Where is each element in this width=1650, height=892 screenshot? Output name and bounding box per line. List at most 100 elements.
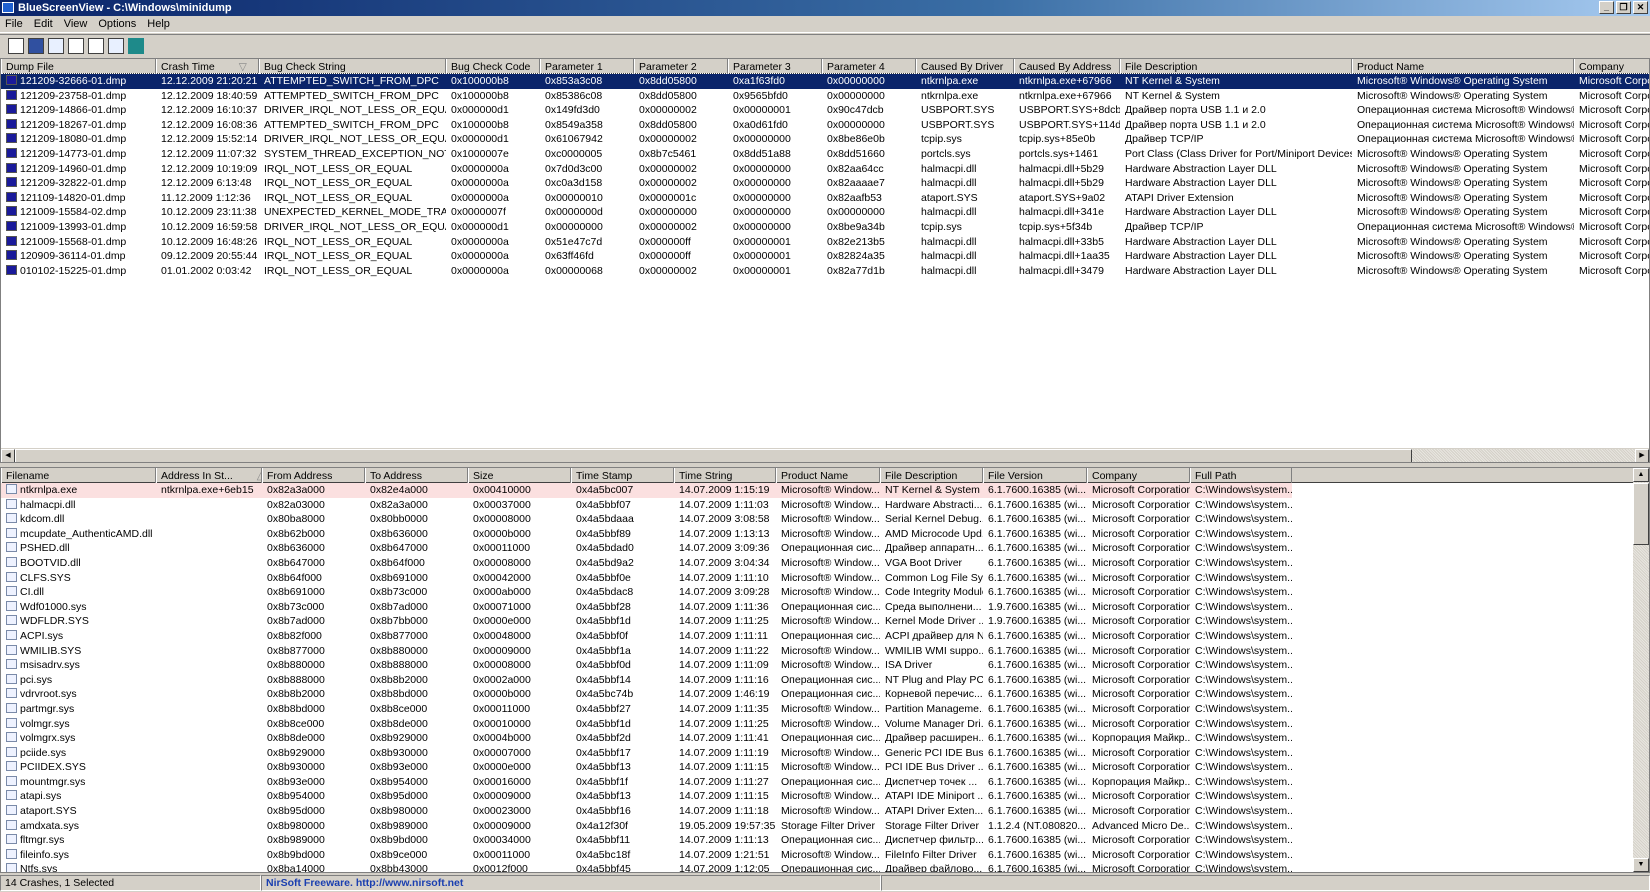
module-row[interactable]: PSHED.dll 0x8b636000 0x8b647000 0x00011000 0… (1, 541, 1292, 556)
menu-view[interactable]: View (59, 16, 94, 32)
find-icon[interactable] (108, 37, 124, 54)
crash-row[interactable]: 121209-14773-01.dmp 12.12.2009 11:07:32 SY… (1, 147, 1649, 162)
crash-row[interactable]: 121209-18080-01.dmp 12.12.2009 15:52:14 DR… (1, 132, 1649, 147)
cell-address-in-st (156, 819, 262, 834)
cell-text: 0x000000ff (639, 250, 691, 263)
vertical-scrollbar[interactable]: ▲ ▼ (1633, 468, 1649, 872)
scrollbar-thumb[interactable] (1633, 483, 1649, 545)
horizontal-scrollbar[interactable]: ◀ ▶ (1, 448, 1649, 462)
column-header-file-description[interactable]: File Description (880, 468, 983, 483)
scroll-right-icon[interactable]: ▶ (1635, 449, 1649, 462)
exit-icon[interactable] (128, 37, 144, 54)
menu-edit[interactable]: Edit (29, 16, 59, 32)
module-row[interactable]: BOOTVID.dll 0x8b647000 0x8b64f000 0x0000800… (1, 556, 1292, 571)
module-row[interactable]: kdcom.dll 0x80ba8000 0x80bb0000 0x00008000 0… (1, 512, 1292, 527)
crash-row[interactable]: 121009-15568-01.dmp 10.12.2009 16:48:26 IR… (1, 235, 1649, 250)
module-row[interactable]: amdxata.sys 0x8b980000 0x8b989000 0x0000900… (1, 819, 1292, 834)
column-header-bug-check-code[interactable]: Bug Check Code (446, 59, 540, 74)
refresh-icon[interactable] (48, 37, 64, 54)
column-header-file-description[interactable]: File Description (1120, 59, 1352, 74)
column-header-time-stamp[interactable]: Time Stamp (571, 468, 674, 483)
column-header-caused-by-address[interactable]: Caused By Address (1014, 59, 1120, 74)
cell-text: tcpip.sys (921, 220, 962, 233)
column-header-product-name[interactable]: Product Name (1352, 59, 1574, 74)
column-header-product-name[interactable]: Product Name (776, 468, 880, 483)
module-row[interactable]: pciide.sys 0x8b929000 0x8b930000 0x00007000… (1, 746, 1292, 761)
crash-row[interactable]: 121209-32822-01.dmp 12.12.2009 6:13:48 IRQ… (1, 176, 1649, 191)
cell-text: DRIVER_IRQL_NOT_LESS_OR_EQUAL (264, 104, 446, 117)
column-header-dump-file[interactable]: Dump File (1, 59, 156, 74)
module-row[interactable]: halmacpi.dll 0x82a03000 0x82a3a000 0x000370… (1, 498, 1292, 513)
module-row[interactable]: CI.dll 0x8b691000 0x8b73c000 0x000ab000 0x4a… (1, 585, 1292, 600)
crash-row[interactable]: 121209-14866-01.dmp 12.12.2009 16:10:37 DR… (1, 103, 1649, 118)
column-header-caused-by-driver[interactable]: Caused By Driver (916, 59, 1014, 74)
module-row[interactable]: volmgrx.sys 0x8b8de000 0x8b929000 0x0004b00… (1, 731, 1292, 746)
crash-row[interactable]: 121209-23758-01.dmp 12.12.2009 18:40:59 AT… (1, 89, 1649, 104)
module-row[interactable]: volmgr.sys 0x8b8ce000 0x8b8de000 0x00010000… (1, 717, 1292, 732)
module-row[interactable]: atapi.sys 0x8b954000 0x8b95d000 0x00009000 0… (1, 789, 1292, 804)
module-row[interactable]: partmgr.sys 0x8b8bd000 0x8b8ce000 0x0001100… (1, 702, 1292, 717)
column-header-parameter-2[interactable]: Parameter 2 (634, 59, 728, 74)
scrollbar-thumb[interactable] (15, 449, 1412, 462)
module-row[interactable]: CLFS.SYS 0x8b64f000 0x8b691000 0x00042000 0x… (1, 571, 1292, 586)
module-row[interactable]: fileinfo.sys 0x8b9bd000 0x8b9ce000 0x000110… (1, 848, 1292, 863)
cell-parameter-1: 0x63ff46fd (540, 249, 634, 264)
module-row[interactable]: fltmgr.sys 0x8b989000 0x8b9bd000 0x00034000… (1, 833, 1292, 848)
nirsoft-link[interactable]: NirSoft Freeware. http://www.nirsoft.net (261, 875, 881, 891)
crash-row[interactable]: 121209-32666-01.dmp 12.12.2009 21:20:21 AT… (1, 73, 1649, 90)
menu-help[interactable]: Help (142, 16, 176, 32)
column-header-size[interactable]: Size (468, 468, 571, 483)
crash-row[interactable]: 121009-15584-02.dmp 10.12.2009 23:11:38 UN… (1, 205, 1649, 220)
module-row[interactable]: WDFLDR.SYS 0x8b7ad000 0x8b7bb000 0x0000e000… (1, 614, 1292, 629)
scroll-left-icon[interactable]: ◀ (1, 449, 15, 462)
crash-row[interactable]: 121009-13993-01.dmp 10.12.2009 16:59:58 DR… (1, 220, 1649, 235)
minimize-button[interactable]: _ (1599, 1, 1614, 14)
column-header-file-version[interactable]: File Version (983, 468, 1087, 483)
column-header-parameter-1[interactable]: Parameter 1 (540, 59, 634, 74)
scroll-up-icon[interactable]: ▲ (1633, 468, 1649, 482)
column-header-company[interactable]: Company (1574, 59, 1649, 74)
column-header-filename[interactable]: Filename (1, 468, 156, 483)
column-header-to-address[interactable]: To Address (365, 468, 468, 483)
column-header-bug-check-string[interactable]: Bug Check String (259, 59, 446, 74)
menu-file[interactable]: File (0, 16, 29, 32)
menu-options[interactable]: Options (93, 16, 142, 32)
module-row[interactable]: WMILIB.SYS 0x8b877000 0x8b880000 0x00009000… (1, 644, 1292, 659)
module-row[interactable]: Wdf01000.sys 0x8b73c000 0x8b7ad000 0x000710… (1, 600, 1292, 615)
column-header-address-in-st[interactable]: Address In St...△ (156, 468, 262, 483)
crash-row[interactable]: 121109-14820-01.dmp 11.12.2009 1:12:36 IRQ… (1, 191, 1649, 206)
module-row[interactable]: Ntfs.sys 0x8ba14000 0x8bb43000 0x0012f000 0x… (1, 862, 1292, 872)
column-header-full-path[interactable]: Full Path (1190, 468, 1292, 483)
crash-row[interactable]: 121209-18267-01.dmp 12.12.2009 16:08:36 AT… (1, 118, 1649, 133)
module-row[interactable]: mcupdate_AuthenticAMD.dll 0x8b62b000 0x8b6… (1, 527, 1292, 542)
close-button[interactable]: ✕ (1633, 1, 1648, 14)
cell-text: Microsoft Corporation (1092, 629, 1190, 642)
column-header-company[interactable]: Company (1087, 468, 1190, 483)
module-row[interactable]: ntkrnlpa.exe ntkrnlpa.exe+6eb15 0x82a3a000… (1, 483, 1292, 498)
column-header-parameter-4[interactable]: Parameter 4 (822, 59, 916, 74)
save-icon[interactable] (28, 37, 44, 54)
properties-icon[interactable] (8, 37, 24, 54)
crash-row[interactable]: 010102-15225-01.dmp 01.01.2002 0:03:42 IRQ… (1, 264, 1649, 279)
column-header-crash-time[interactable]: Crash Time ▽ (156, 59, 259, 74)
module-row[interactable]: PCIIDEX.SYS 0x8b930000 0x8b93e000 0x0000e00… (1, 760, 1292, 775)
scroll-down-icon[interactable]: ▼ (1633, 858, 1649, 872)
restore-button[interactable]: ❐ (1616, 1, 1631, 14)
cell-text: 0x000000ff (639, 235, 691, 248)
options-icon[interactable] (88, 37, 104, 54)
module-row[interactable]: msisadrv.sys 0x8b880000 0x8b888000 0x000080… (1, 658, 1292, 673)
module-row[interactable]: vdrvroot.sys 0x8b8b2000 0x8b8bd000 0x0000b0… (1, 687, 1292, 702)
column-header-parameter-3[interactable]: Parameter 3 (728, 59, 822, 74)
column-header-from-address[interactable]: From Address (262, 468, 365, 483)
module-row[interactable]: mountmgr.sys 0x8b93e000 0x8b954000 0x000160… (1, 775, 1292, 790)
cell-product-name: Microsoft® Windows® Operating System (1352, 74, 1574, 89)
cell-bug-check-code: 0x100000b8 (446, 74, 540, 89)
module-row[interactable]: ACPI.sys 0x8b82f000 0x8b877000 0x00048000 0x… (1, 629, 1292, 644)
copy-icon[interactable] (68, 37, 84, 54)
module-row[interactable]: pci.sys 0x8b888000 0x8b8b2000 0x0002a000 0x4… (1, 673, 1292, 688)
crash-row[interactable]: 120909-36114-01.dmp 09.12.2009 20:55:44 IR… (1, 249, 1649, 264)
cell-text: 0x82a3a000 (370, 498, 428, 511)
column-header-time-string[interactable]: Time String (674, 468, 776, 483)
crash-row[interactable]: 121209-14960-01.dmp 12.12.2009 10:19:09 IR… (1, 162, 1649, 177)
module-row[interactable]: ataport.SYS 0x8b95d000 0x8b980000 0x0002300… (1, 804, 1292, 819)
